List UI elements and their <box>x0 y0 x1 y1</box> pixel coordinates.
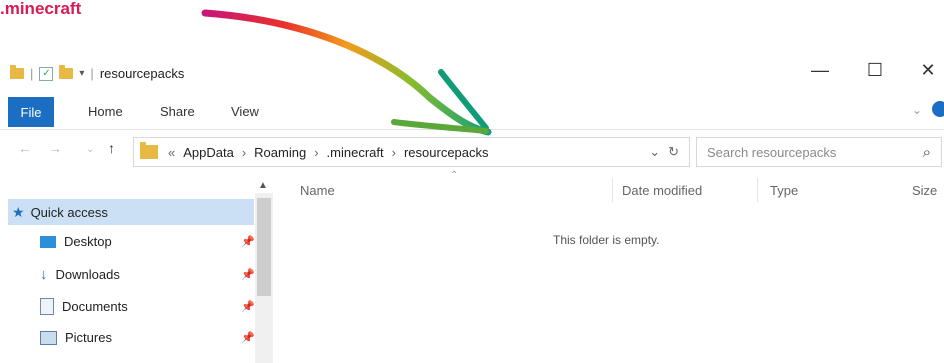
pin-icon[interactable]: 📌 <box>241 235 255 248</box>
sidebar-item-desktop[interactable]: Desktop 📌 <box>40 234 255 249</box>
arrow-shaft <box>201 9 492 136</box>
star-icon: ★ <box>12 203 25 220</box>
documents-icon <box>40 298 54 315</box>
empty-folder-message: This folder is empty. <box>553 233 660 247</box>
sidebar-item-documents[interactable]: Documents 📌 <box>40 298 255 315</box>
sidebar-item-label: Downloads <box>55 267 120 282</box>
nav-scrollbar-thumb[interactable] <box>257 198 271 296</box>
sidebar-item-quick-access[interactable]: ★ Quick access <box>8 199 254 225</box>
sidebar-item-downloads[interactable]: ↓ Downloads 📌 <box>40 266 255 283</box>
pin-icon[interactable]: 📌 <box>241 268 255 281</box>
pin-icon[interactable]: 📌 <box>241 331 255 344</box>
sidebar-item-pictures[interactable]: Pictures 📌 <box>40 330 255 345</box>
arrow-annotation <box>201 9 492 136</box>
sidebar-item-label: Quick access <box>30 204 108 220</box>
downloads-icon: ↓ <box>40 266 48 283</box>
sidebar-item-label: Pictures <box>65 330 112 345</box>
sidebar-item-label: Desktop <box>64 234 112 249</box>
desktop-icon <box>40 235 56 248</box>
pin-icon[interactable]: 📌 <box>241 300 255 313</box>
pictures-icon <box>40 330 57 345</box>
sidebar-item-label: Documents <box>62 299 128 314</box>
